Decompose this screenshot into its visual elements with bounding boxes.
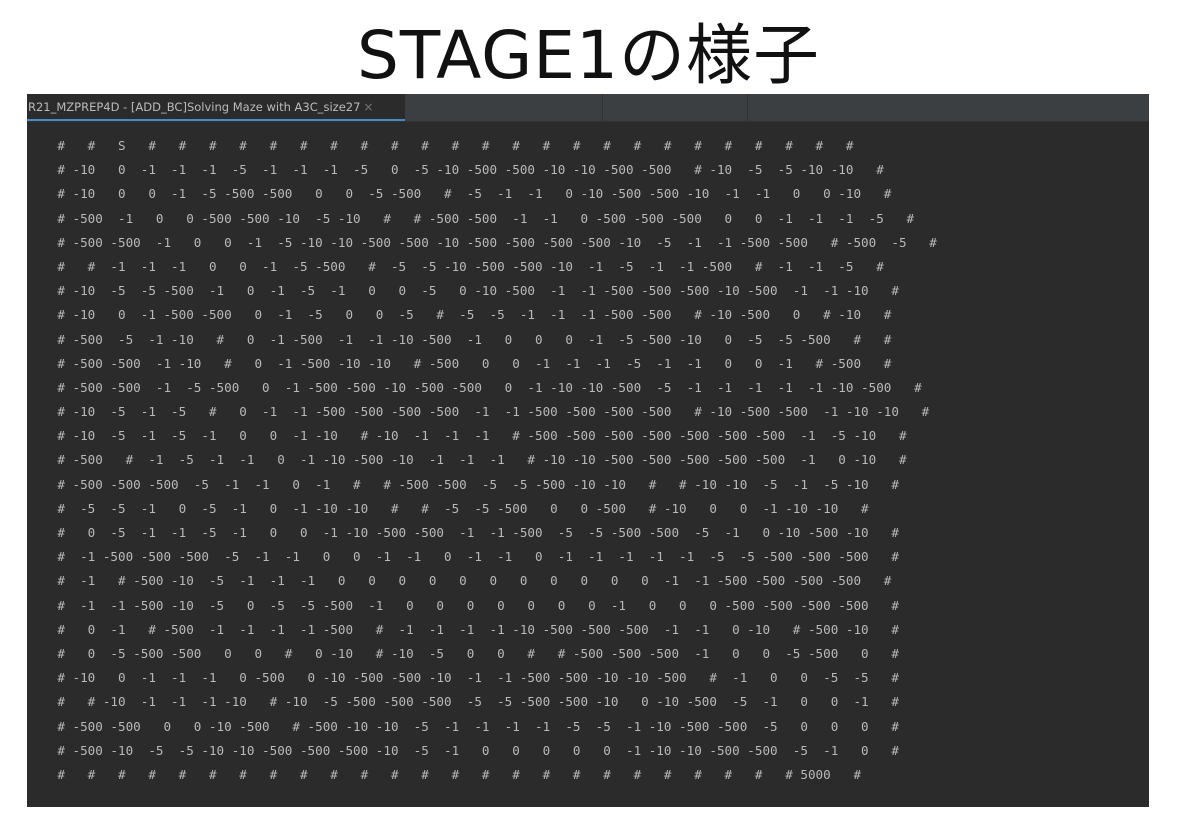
console-line: # -1 -500 -500 -500 -5 -1 -1 0 0 -1 -1 0… [27, 549, 899, 565]
console-line: # -10 0 -1 -1 -1 0 -500 0 -10 -500 -500 … [27, 670, 899, 686]
console-line: # # S # # # # # # # # # # # # # # # # # … [27, 138, 854, 153]
console-line: # 0 -5 -1 -1 -5 -1 0 0 -1 -10 -500 -500 … [27, 525, 899, 540]
console-output: # # S # # # # # # # # # # # # # # # # # … [27, 134, 1149, 804]
console-line: # 0 -1 # -500 -1 -1 -1 -1 -500 # -1 -1 -… [27, 621, 899, 637]
console-line: # -500 # -1 -5 -1 -1 0 -1 -10 -500 -10 -… [27, 452, 907, 468]
console-line: # -500 -500 -1 0 0 -1 -5 -10 -10 -500 -5… [27, 234, 937, 250]
console-line: # -5 -5 -1 0 -5 -1 0 -1 -10 -10 # # -5 -… [27, 500, 869, 516]
console-line: # -10 0 -1 -1 -1 -5 -1 -1 -1 -5 0 -5 -10… [27, 162, 884, 178]
console-line: # -500 -500 -500 -5 -1 -1 0 -1 # # -500 … [27, 476, 899, 492]
console-line: # -10 -5 -1 -5 -1 0 0 -1 -10 # -10 -1 -1… [27, 428, 907, 444]
console-tab-bar: R21_MZPREP4D - [ADD_BC]Solving Maze with… [27, 94, 1149, 122]
console-line: # -500 -500 -1 -10 # 0 -1 -500 -10 -10 #… [27, 355, 892, 371]
console-line: # -500 -500 0 0 -10 -500 # -500 -10 -10 … [27, 718, 899, 734]
console-line: # -10 0 0 -1 -5 -500 -500 0 0 -5 -500 # … [27, 186, 892, 202]
tab-bar-divider [747, 94, 748, 121]
console-line: # -500 -1 0 0 -500 -500 -10 -5 -10 # # -… [27, 210, 915, 226]
run-console-window: R21_MZPREP4D - [ADD_BC]Solving Maze with… [27, 94, 1149, 807]
close-icon[interactable]: × [363, 100, 373, 114]
console-line: # -10 -5 -5 -500 -1 0 -1 -5 -1 0 0 -5 0 … [27, 283, 899, 299]
console-line: # # -10 -1 -1 -1 -10 # -10 -5 -500 -500 … [27, 694, 899, 710]
console-line: # -10 -5 -1 -5 # 0 -1 -1 -500 -500 -500 … [27, 404, 930, 420]
console-line: # -500 -5 -1 -10 # 0 -1 -500 -1 -1 -10 -… [27, 331, 892, 347]
console-line: # -1 -1 -500 -10 -5 0 -5 -5 -500 -1 0 0 … [27, 597, 899, 613]
slide-title: STAGE1の様子 [357, 17, 820, 94]
console-line: # -500 -500 -1 -5 -500 0 -1 -500 -500 -1… [27, 379, 922, 395]
run-tab-label: R21_MZPREP4D - [ADD_BC]Solving Maze with… [28, 100, 361, 114]
tab-bar-divider [602, 94, 603, 121]
console-line: # -500 -10 -5 -5 -10 -10 -500 -500 -500 … [27, 742, 899, 758]
console-line: # 0 -5 -500 -500 0 0 # 0 -10 # -10 -5 0 … [27, 645, 899, 661]
console-line: # # # # # # # # # # # # # # # # # # # # … [27, 766, 862, 782]
console-line: # # -1 -1 -1 0 0 -1 -5 -500 # -5 -5 -10 … [27, 258, 884, 274]
console-line: # -10 0 -1 -500 -500 0 -1 -5 0 0 -5 # -5… [27, 307, 892, 323]
run-tab[interactable]: R21_MZPREP4D - [ADD_BC]Solving Maze with… [27, 94, 405, 121]
console-line: # -1 # -500 -10 -5 -1 -1 -1 0 0 0 0 0 0 … [27, 573, 892, 589]
